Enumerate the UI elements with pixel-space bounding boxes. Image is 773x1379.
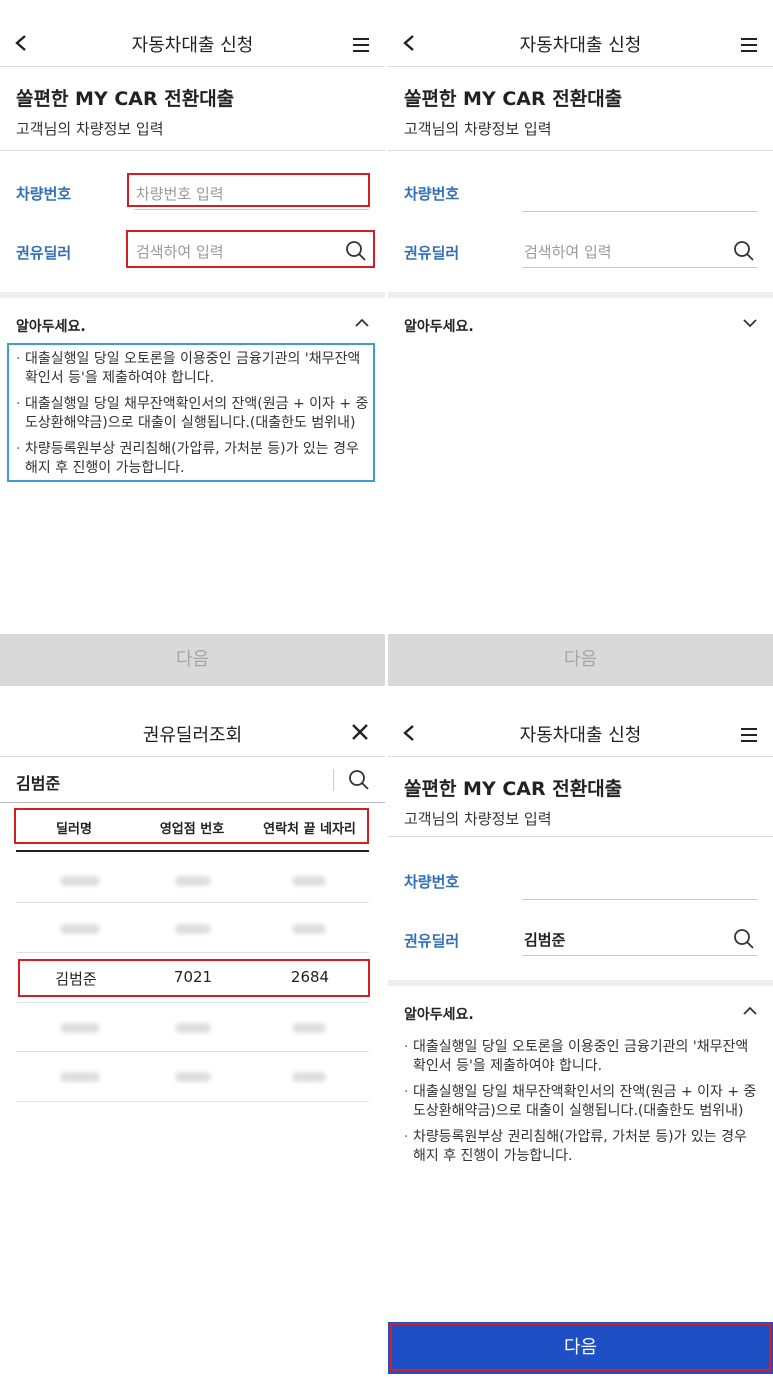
dealer-search-field[interactable]: 김범준 [522, 922, 757, 956]
divider [0, 150, 385, 151]
notice-title: 알아두세요. [404, 319, 474, 335]
highlight-next-button [390, 1323, 771, 1371]
blurred-phone [292, 1072, 326, 1082]
highlight-notice [7, 343, 375, 482]
dealer-search-input[interactable]: 김범준 [16, 770, 60, 794]
next-button[interactable]: 다음 [0, 634, 385, 686]
row-divider [16, 1101, 369, 1102]
dealer-placeholder: 검색하여 입력 [524, 243, 612, 261]
section-gap [0, 292, 385, 298]
dealer-label: 권유딜러 [16, 244, 72, 262]
hamburger-menu-icon[interactable] [741, 728, 757, 742]
search-icon[interactable] [733, 240, 755, 262]
blurred-branch [175, 876, 211, 886]
row-divider [16, 1002, 369, 1003]
search-underline [0, 802, 385, 803]
notice-item: · 대출실행일 당일 채무잔액확인서의 잔액(원금 + 이자 + 중도상환해약금)… [404, 1084, 757, 1119]
header: 권유딜러조회 [0, 690, 385, 757]
section-subtitle: 고객님의 차량정보 입력 [404, 810, 552, 828]
section-gap [388, 292, 773, 298]
car-number-label: 차량번호 [404, 873, 460, 891]
blurred-name [60, 924, 100, 934]
hamburger-menu-icon[interactable] [741, 38, 757, 52]
header: 자동차대출 신청 [388, 0, 773, 67]
header: 자동차대출 신청 [0, 0, 385, 67]
blurred-branch [175, 1072, 211, 1082]
row-divider [16, 902, 369, 903]
page-title: 자동차대출 신청 [131, 35, 254, 56]
chevron-up-icon[interactable] [355, 318, 369, 328]
section-subtitle: 고객님의 차량정보 입력 [16, 120, 164, 138]
row-divider [16, 952, 369, 953]
blurred-phone [292, 1023, 326, 1033]
blurred-name [60, 876, 100, 886]
notice-list: · 대출실행일 당일 오토론을 이용중인 금융기관의 '채무잔액확인서 등'을 제… [404, 1038, 760, 1173]
blurred-name [60, 1023, 100, 1033]
highlight-car-number [127, 173, 370, 207]
header: 자동차대출 신청 [388, 690, 773, 757]
screen-form-collapsed: 자동차대출 신청 쏠편한 MY CAR 전환대출 고객님의 차량정보 입력 차량… [388, 0, 773, 686]
highlight-table-header [14, 808, 369, 844]
dealer-label: 권유딜러 [404, 932, 460, 950]
product-title: 쏠편한 MY CAR 전환대출 [404, 778, 623, 800]
search-icon[interactable] [733, 928, 755, 950]
notice-item: · 대출실행일 당일 오토론을 이용중인 금융기관의 '채무잔액확인서 등'을 제… [404, 1039, 749, 1074]
blurred-branch [175, 1023, 211, 1033]
chevron-up-icon[interactable] [743, 1006, 757, 1016]
product-title: 쏠편한 MY CAR 전환대출 [16, 88, 235, 110]
section-gap [388, 980, 773, 986]
notice-title: 알아두세요. [16, 319, 86, 335]
screen-form-filled: 자동차대출 신청 쏠편한 MY CAR 전환대출 고객님의 차량정보 입력 차량… [388, 690, 773, 1379]
dealer-search-title: 권유딜러조회 [142, 725, 243, 746]
search-icon[interactable] [348, 769, 370, 791]
car-number-label: 차량번호 [404, 185, 460, 203]
page-title: 자동차대출 신청 [519, 725, 642, 746]
section-subtitle: 고객님의 차량정보 입력 [404, 120, 552, 138]
dealer-value: 김범준 [524, 931, 566, 949]
car-number-label: 차량번호 [16, 185, 72, 203]
notice-title: 알아두세요. [404, 1007, 474, 1023]
dealer-search-field[interactable]: 검색하여 입력 [522, 234, 757, 268]
blurred-phone [292, 876, 326, 886]
page-title: 자동차대출 신청 [519, 35, 642, 56]
close-icon[interactable] [351, 723, 369, 741]
screen-form-empty: 자동차대출 신청 쏠편한 MY CAR 전환대출 고객님의 차량정보 입력 차량… [0, 0, 385, 686]
blurred-branch [175, 924, 211, 934]
product-title: 쏠편한 MY CAR 전환대출 [404, 88, 623, 110]
table-header-rule [16, 850, 369, 852]
notice-item: · 차량등록원부상 권리침해(가압류, 가처분 등)가 있는 경우 해지 후 진행… [404, 1129, 747, 1164]
dealer-label: 권유딜러 [404, 244, 460, 262]
screen-dealer-search: 권유딜러조회 김범준 딜러명 영업점 번호 연락처 끝 네자리 김범준 7021… [0, 690, 385, 1379]
chevron-down-icon[interactable] [743, 318, 757, 328]
highlight-selected-row [18, 959, 370, 997]
divider [388, 150, 773, 151]
input-divider [333, 769, 334, 791]
hamburger-menu-icon[interactable] [353, 38, 369, 52]
highlight-dealer [126, 230, 375, 268]
car-number-field[interactable] [522, 866, 757, 900]
divider [388, 836, 773, 837]
blurred-phone [292, 924, 326, 934]
next-button[interactable]: 다음 [388, 634, 773, 686]
car-number-field[interactable] [522, 178, 757, 212]
row-divider [16, 1051, 369, 1052]
blurred-name [60, 1072, 100, 1082]
